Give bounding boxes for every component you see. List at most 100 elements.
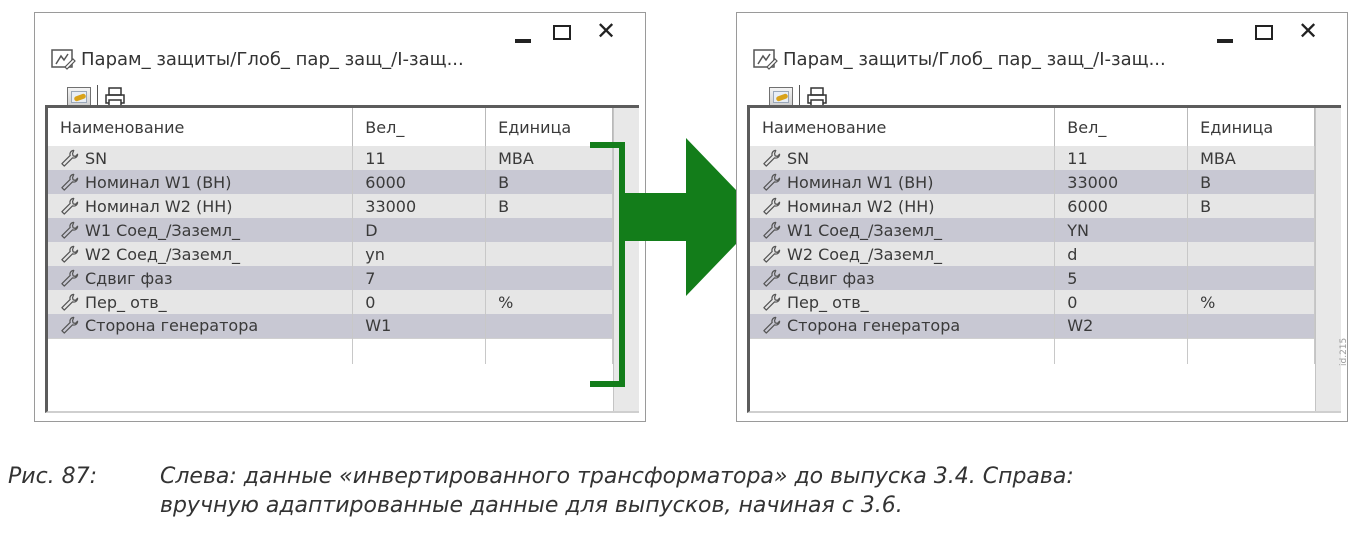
- minimize-button[interactable]: [1215, 31, 1235, 51]
- param-name-cell: Пер_ отв_: [750, 290, 1056, 314]
- param-value-cell[interactable]: 33000: [352, 194, 487, 218]
- param-name-cell: Сторона генератора: [48, 314, 354, 338]
- param-unit-cell: [1187, 314, 1315, 338]
- param-value-cell[interactable]: 6000: [1054, 194, 1189, 218]
- table-row[interactable]: W1 Соед_/Заземл_ YN: [750, 218, 1315, 242]
- parameter-table-frame: Наименование Вел_ Единица SN 11 MBA Номинал…: [747, 105, 1341, 413]
- param-name: SN: [787, 148, 810, 168]
- column-header-value[interactable]: Вел_: [352, 108, 487, 146]
- parameter-window-right: Парам_ защиты/Глоб_ пар_ защ_/I-защ... ✕…: [736, 12, 1348, 422]
- close-button[interactable]: ✕: [595, 19, 617, 43]
- param-name: Пер_ отв_: [85, 292, 167, 312]
- param-name: Сдвиг фаз: [787, 268, 875, 288]
- maximize-button[interactable]: [1255, 25, 1273, 40]
- table-row[interactable]: SN 11 MBA: [750, 146, 1315, 170]
- caption-line-1: Слева: данные «инвертированного трансфор…: [160, 464, 1074, 489]
- param-name: Номинал W2 (HH): [787, 196, 935, 216]
- wrench-icon: [61, 317, 79, 334]
- table-row[interactable]: W1 Соед_/Заземл_ D: [48, 218, 613, 242]
- wrench-icon: [61, 173, 79, 191]
- param-value-cell[interactable]: d: [1054, 242, 1189, 266]
- wrench-icon: [61, 245, 79, 263]
- param-value-cell[interactable]: 11: [352, 146, 487, 170]
- table-row[interactable]: Сдвиг фаз 7: [48, 266, 613, 290]
- param-value-cell[interactable]: 0: [352, 290, 487, 314]
- wrench-icon: [763, 197, 781, 215]
- image-id: id.215: [1339, 337, 1349, 366]
- maximize-button[interactable]: [553, 25, 571, 40]
- param-name-cell: Номинал W1 (BH): [750, 170, 1056, 194]
- wrench-icon: [763, 269, 781, 287]
- param-name: W2 Соед_/Заземл_: [787, 244, 943, 264]
- table-row[interactable]: Сдвиг фаз 5: [750, 266, 1315, 290]
- param-value-cell[interactable]: YN: [1054, 218, 1189, 242]
- param-name: W1 Соед_/Заземл_: [787, 220, 943, 240]
- parameter-table-frame: Наименование Вел_ Единица SN 11 MBA Номинал…: [45, 105, 639, 413]
- param-name: W2 Соед_/Заземл_: [85, 244, 241, 264]
- vertical-scrollbar[interactable]: [1315, 108, 1341, 411]
- close-button[interactable]: ✕: [1297, 19, 1319, 43]
- param-value-cell[interactable]: 11: [1054, 146, 1189, 170]
- wrench-icon: [763, 317, 781, 334]
- wrench-icon: [763, 245, 781, 263]
- param-value-cell[interactable]: 33000: [1054, 170, 1189, 194]
- param-name: Номинал W1 (BH): [787, 172, 934, 192]
- edit-settings-icon[interactable]: [769, 87, 793, 107]
- param-value-cell[interactable]: 6000: [352, 170, 487, 194]
- wrench-icon: [763, 149, 781, 167]
- param-unit-cell: [1187, 242, 1315, 266]
- param-unit-cell: B: [1187, 194, 1315, 218]
- table-row[interactable]: Номинал W1 (BH) 6000 B: [48, 170, 613, 194]
- param-value-cell[interactable]: 5: [1054, 266, 1189, 290]
- param-name: Пер_ отв_: [787, 292, 869, 312]
- param-name-cell: Номинал W2 (HH): [750, 194, 1056, 218]
- empty-row: [750, 337, 1315, 364]
- figure-caption: Рис. 87: Слева: данные «инвертированного…: [8, 462, 1074, 520]
- table-body: SN 11 MBA Номинал W1 (BH) 6000 B Номинал W2 (H…: [48, 146, 613, 364]
- window-title: Парам_ защиты/Глоб_ пар_ защ_/I-защ...: [753, 47, 1166, 71]
- table-row[interactable]: Сторона генератора W2: [750, 314, 1315, 338]
- param-name-cell: SN: [750, 146, 1056, 170]
- table-row[interactable]: Сторона генератора W1: [48, 314, 613, 338]
- param-name-cell: Сдвиг фаз: [750, 266, 1056, 290]
- window-title-text: Парам_ защиты/Глоб_ пар_ защ_/I-защ...: [81, 48, 464, 70]
- param-name: Номинал W2 (HH): [85, 196, 233, 216]
- column-header-name[interactable]: Наименование: [48, 108, 354, 146]
- param-value-cell[interactable]: yn: [352, 242, 487, 266]
- wrench-icon: [763, 173, 781, 191]
- table-row[interactable]: Номинал W1 (BH) 33000 B: [750, 170, 1315, 194]
- param-name-cell: W2 Соед_/Заземл_: [750, 242, 1056, 266]
- param-name-cell: Сдвиг фаз: [48, 266, 354, 290]
- figure-number: Рис. 87:: [8, 464, 98, 489]
- param-value-cell[interactable]: W1: [352, 314, 487, 338]
- table-row[interactable]: Номинал W2 (HH) 33000 B: [48, 194, 613, 218]
- param-value-cell[interactable]: W2: [1054, 314, 1189, 338]
- param-name: Сдвиг фаз: [85, 268, 173, 288]
- param-unit-cell: [1187, 266, 1315, 290]
- wrench-icon: [61, 293, 79, 311]
- table-row[interactable]: Пер_ отв_ 0%: [48, 290, 613, 314]
- param-name-cell: Номинал W1 (BH): [48, 170, 354, 194]
- param-value-cell[interactable]: 7: [352, 266, 487, 290]
- param-value-cell[interactable]: 0: [1054, 290, 1189, 314]
- table-row[interactable]: W2 Соед_/Заземл_ yn: [48, 242, 613, 266]
- table-row[interactable]: SN 11 MBA: [48, 146, 613, 170]
- column-header-name[interactable]: Наименование: [750, 108, 1056, 146]
- column-header-value[interactable]: Вел_: [1054, 108, 1189, 146]
- param-unit-cell: [1187, 218, 1315, 242]
- param-value-cell[interactable]: D: [352, 218, 487, 242]
- empty-row: [48, 337, 613, 364]
- table-row[interactable]: Пер_ отв_ 0%: [750, 290, 1315, 314]
- table-row[interactable]: W2 Соед_/Заземл_ d: [750, 242, 1315, 266]
- wrench-icon: [763, 221, 781, 239]
- param-name-cell: W1 Соед_/Заземл_: [750, 218, 1056, 242]
- param-name-cell: W2 Соед_/Заземл_: [48, 242, 354, 266]
- minimize-button[interactable]: [513, 31, 533, 51]
- parameter-tree-icon: [753, 49, 778, 70]
- edit-settings-icon[interactable]: [67, 87, 91, 107]
- param-name-cell: W1 Соед_/Заземл_: [48, 218, 354, 242]
- table-row[interactable]: Номинал W2 (HH) 6000 B: [750, 194, 1315, 218]
- column-header-unit[interactable]: Единица: [1187, 108, 1315, 146]
- column-header-unit[interactable]: Единица: [485, 108, 613, 146]
- param-name: Сторона генератора: [85, 316, 259, 336]
